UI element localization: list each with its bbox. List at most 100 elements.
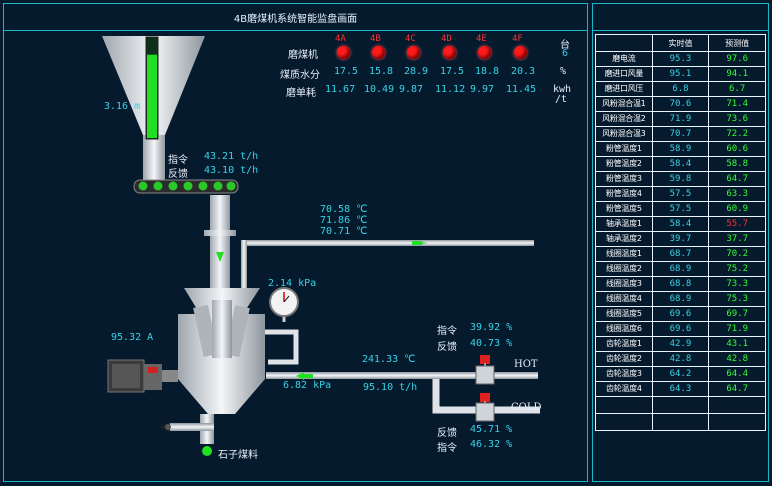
row-name: 轴承温度1: [595, 216, 653, 232]
row-predicted: 43.1: [708, 336, 766, 352]
row-name: 线圈温度1: [595, 246, 653, 262]
row-realtime: 70.6: [651, 96, 710, 112]
row-name: 粉管温度5: [595, 201, 653, 217]
row-name: 风粉混合温3: [595, 126, 653, 142]
row-realtime: 95.3: [651, 51, 710, 67]
table-row: 磨进口风量 95.1 94.1: [595, 66, 766, 82]
row-predicted: 64.4: [708, 366, 766, 382]
mill-status-indicator-4a[interactable]: [337, 46, 350, 59]
mill-name-4e: 4E: [476, 34, 487, 44]
table-row: 线圈温度1 68.7 70.2: [595, 246, 766, 262]
table-row: 轴承温度2 39.7 37.7: [595, 231, 766, 247]
feeder-fb-value: 43.10 t/h: [204, 165, 259, 176]
outlet-temp-1: 70.58 ℃: [320, 204, 368, 215]
coal-mill: [178, 288, 265, 414]
feeder-fb-label: 反馈: [168, 169, 188, 180]
mill-name-4d: 4D: [441, 34, 452, 44]
consumption-4d: 11.12: [435, 84, 466, 95]
row-name: 齿轮温度3: [595, 366, 653, 382]
table-row: 齿轮温度3 64.2 64.4: [595, 366, 766, 382]
moisture-unit: %: [560, 66, 567, 77]
row-name: 线圈温度5: [595, 306, 653, 322]
table-row: 线圈温度6 69.6 71.9: [595, 321, 766, 337]
table-row: 轴承温度1 58.4 55.7: [595, 216, 766, 232]
mill-count-value: 6: [562, 48, 569, 59]
row-predicted: 63.3: [708, 186, 766, 202]
row-predicted: 73.3: [708, 276, 766, 292]
moisture-4b: 15.8: [369, 66, 394, 77]
feeder-cmd-label: 指令: [168, 155, 188, 166]
mill-pressure-value: 2.14 kPa: [268, 278, 317, 289]
row-predicted: 73.6: [708, 111, 766, 127]
table-row: 齿轮温度2 42.8 42.8: [595, 351, 766, 367]
mill-name-4b: 4B: [370, 34, 381, 44]
outlet-temp-2: 71.86 ℃: [320, 215, 368, 226]
cold-air-label: COLD: [511, 402, 542, 413]
row-predicted: 60.6: [708, 141, 766, 157]
table-row: 风粉混合温1 70.6 71.4: [595, 96, 766, 112]
row-predicted: 42.8: [708, 351, 766, 367]
moisture-label: 煤质水分: [280, 70, 320, 81]
table-row: 粉管温度5 57.5 60.9: [595, 201, 766, 217]
row-predicted: 75.3: [708, 291, 766, 307]
mill-name-4f: 4F: [512, 34, 523, 44]
outlet-temp-3: 70.71 ℃: [320, 226, 368, 237]
hot-air-label: HOT: [514, 359, 538, 370]
moisture-4f: 20.3: [511, 66, 536, 77]
empty-row: [595, 413, 766, 431]
monitor-table: 实时值 预测值 磨电流 95.3 97.6 磨进口风量 95.1 94.1 磨进口风压 6.8…: [595, 34, 766, 431]
consumption-label: 磨单耗: [286, 88, 316, 99]
row-realtime: 71.9: [651, 111, 710, 127]
row-name: 磨进口风压: [595, 81, 653, 97]
row-name: 线圈温度6: [595, 321, 653, 337]
row-predicted: 37.7: [708, 231, 766, 247]
cold-damper-cmd-label: 指令: [437, 443, 457, 454]
air-flow-value: 95.10 t/h: [363, 382, 418, 393]
consumption-4f: 11.45: [506, 84, 537, 95]
air-temp-value: 241.33 ℃: [362, 354, 416, 365]
row-realtime: 64.2: [651, 366, 710, 382]
moisture-4a: 17.5: [334, 66, 359, 77]
row-predicted: 55.7: [708, 216, 766, 232]
table-row: 风粉混合温3 70.7 72.2: [595, 126, 766, 142]
cold-air-damper-valve: [475, 393, 495, 422]
consumption-4a: 11.67: [325, 84, 356, 95]
row-name: 风粉混合温1: [595, 96, 653, 112]
mill-status-indicator-4c[interactable]: [407, 46, 420, 59]
row-realtime: 69.6: [651, 306, 710, 322]
cold-damper-cmd-value: 46.32 %: [470, 439, 513, 450]
table-row: 线圈温度3 68.8 73.3: [595, 276, 766, 292]
table-row: 磨进口风压 6.8 6.7: [595, 81, 766, 97]
row-realtime: 68.9: [651, 291, 710, 307]
mill-motor: [107, 359, 178, 393]
mill-status-indicator-4b[interactable]: [372, 46, 385, 59]
hot-damper-fb-value: 40.73 %: [470, 338, 513, 349]
row-name: 齿轮温度1: [595, 336, 653, 352]
moisture-4d: 17.5: [440, 66, 465, 77]
row-realtime: 95.1: [651, 66, 710, 82]
row-realtime: 59.8: [651, 171, 710, 187]
row-realtime: 6.8: [651, 81, 710, 97]
mill-status-indicator-4d[interactable]: [443, 46, 456, 59]
row-predicted: 71.9: [708, 321, 766, 337]
table-row: 线圈温度2 68.9 75.2: [595, 261, 766, 277]
row-realtime: 58.4: [651, 156, 710, 172]
row-predicted: 6.7: [708, 81, 766, 97]
row-name: 线圈温度4: [595, 291, 653, 307]
header-name-blank: [595, 34, 653, 52]
row-predicted: 72.2: [708, 126, 766, 142]
row-predicted: 69.7: [708, 306, 766, 322]
mill-status-indicator-4f[interactable]: [514, 46, 527, 59]
row-realtime: 68.7: [651, 246, 710, 262]
mill-status-indicator-4e[interactable]: [478, 46, 491, 59]
row-name: 磨进口风量: [595, 66, 653, 82]
row-realtime: 42.9: [651, 336, 710, 352]
row-predicted: 64.7: [708, 171, 766, 187]
moisture-4c: 28.9: [404, 66, 429, 77]
row-name: 粉管温度2: [595, 156, 653, 172]
row-predicted: 94.1: [708, 66, 766, 82]
mill-label: 磨煤机: [288, 50, 318, 61]
row-realtime: 58.4: [651, 216, 710, 232]
row-realtime: 64.3: [651, 381, 710, 397]
table-row: 齿轮温度4 64.3 64.7: [595, 381, 766, 397]
